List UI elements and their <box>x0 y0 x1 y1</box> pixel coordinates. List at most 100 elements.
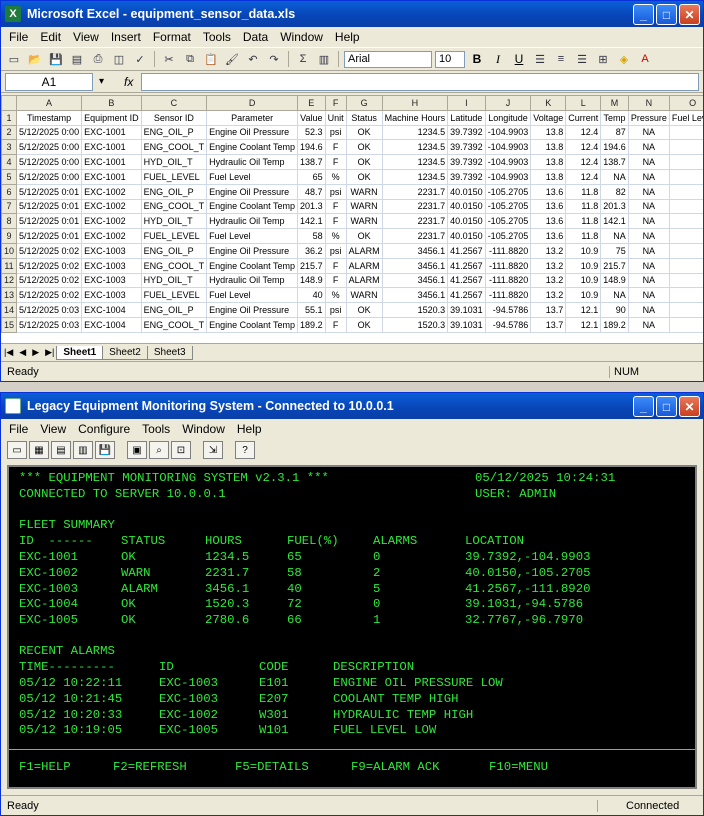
row-header[interactable]: 11 <box>1 257 18 274</box>
cell[interactable]: EXC-1003 <box>81 272 142 289</box>
cell[interactable]: OK <box>345 302 383 318</box>
cell[interactable]: Engine Coolant Temp <box>206 198 299 215</box>
cell[interactable]: 52.3 <box>297 124 326 141</box>
cell[interactable]: EXC-1004 <box>81 302 142 318</box>
cell[interactable]: 1520.3 <box>381 302 449 318</box>
fill-color-icon[interactable]: ◈ <box>615 51 633 67</box>
cell[interactable]: HYD_OIL_T <box>140 213 208 230</box>
cell[interactable]: NA <box>600 287 629 304</box>
cell[interactable]: Engine Oil Pressure <box>206 242 299 259</box>
help-icon[interactable]: ? <box>235 441 255 459</box>
column-header[interactable]: I <box>447 95 486 111</box>
bold-button[interactable]: B <box>468 52 486 66</box>
cell[interactable]: 41.2567 <box>447 242 486 259</box>
cell[interactable]: Unit <box>324 109 347 126</box>
excel-titlebar[interactable]: X Microsoft Excel - equipment_sensor_dat… <box>1 1 703 27</box>
cell[interactable]: 5/12/2025 0:02 <box>16 257 83 274</box>
cell[interactable]: 12.4 <box>565 124 602 141</box>
cell[interactable]: ENG_COOL_T <box>140 316 208 333</box>
cell[interactable]: 12.1 <box>565 302 602 318</box>
cell[interactable]: 11.8 <box>565 183 602 200</box>
column-header[interactable]: H <box>381 95 449 111</box>
cell[interactable]: 3456.1 <box>381 257 449 274</box>
cell[interactable]: 13.6 <box>530 228 567 244</box>
cell[interactable]: NA <box>627 228 670 244</box>
cell[interactable]: 5/12/2025 0:01 <box>16 198 83 215</box>
cell[interactable]: Sensor ID <box>140 109 208 126</box>
cell[interactable]: HYD_OIL_T <box>140 272 208 289</box>
cell[interactable]: 13.6 <box>530 213 567 230</box>
cell[interactable]: ENG_OIL_P <box>140 183 208 200</box>
cell[interactable]: EXC-1001 <box>81 168 142 185</box>
cell[interactable]: NA <box>627 183 670 200</box>
cell[interactable]: -111.8820 <box>484 257 532 274</box>
config-icon[interactable]: ⊡ <box>171 441 191 459</box>
cell[interactable]: 5/12/2025 0:00 <box>16 124 83 141</box>
cell[interactable]: -104.9903 <box>484 154 532 170</box>
cell[interactable]: NA <box>600 168 629 185</box>
row-header[interactable]: 6 <box>1 183 18 200</box>
cell[interactable]: Value <box>297 109 326 126</box>
cell[interactable]: WARN <box>345 198 383 215</box>
cell[interactable]: 11.8 <box>565 198 602 215</box>
cell[interactable]: EXC-1001 <box>81 154 142 170</box>
spelling-icon[interactable]: ✓ <box>131 51 149 67</box>
report-icon[interactable]: ▣ <box>127 441 147 459</box>
cell[interactable]: 41.2567 <box>447 287 486 304</box>
cell[interactable]: 39.1031 <box>447 316 486 333</box>
cell[interactable]: FUEL_LEVEL <box>140 168 208 185</box>
align-left-icon[interactable]: ☰ <box>531 51 549 67</box>
cell[interactable]: OK <box>345 124 383 141</box>
cell[interactable]: % <box>324 168 347 185</box>
cell[interactable]: NA <box>600 228 629 244</box>
cell[interactable]: Engine Oil Pressure <box>206 183 299 200</box>
cell[interactable]: 5/12/2025 0:01 <box>16 228 83 244</box>
cell[interactable]: NA <box>627 198 670 215</box>
cell[interactable]: psi <box>324 183 347 200</box>
cell[interactable]: % <box>324 287 347 304</box>
cell[interactable]: 13.2 <box>530 287 567 304</box>
cell[interactable]: Pressure <box>627 109 670 126</box>
cell[interactable]: 5/12/2025 0:03 <box>16 316 83 333</box>
cell[interactable]: 72 <box>668 316 703 333</box>
font-size-combo[interactable]: 10 <box>435 50 465 68</box>
cell[interactable]: Hydraulic Oil Temp <box>206 272 299 289</box>
cell[interactable]: -94.5786 <box>484 316 532 333</box>
row-header[interactable]: 1 <box>1 109 18 126</box>
cell[interactable]: NA <box>627 242 670 259</box>
cell[interactable]: 39.7392 <box>447 168 486 185</box>
search-icon[interactable]: ⌕ <box>149 441 169 459</box>
cell[interactable]: 40.0150 <box>447 228 486 244</box>
cell[interactable]: 40.0150 <box>447 198 486 215</box>
cell[interactable]: NA <box>627 154 670 170</box>
cell[interactable]: -105.2705 <box>484 228 532 244</box>
f10-menu-key[interactable]: F10=MENU <box>489 760 548 774</box>
cell[interactable]: NA <box>627 257 670 274</box>
menu-format[interactable]: Format <box>149 30 199 44</box>
cell[interactable]: Machine Hours <box>381 109 449 126</box>
select-all-corner[interactable] <box>1 95 18 111</box>
close-button[interactable]: ✕ <box>679 396 700 417</box>
cell[interactable]: 13.7 <box>530 316 567 333</box>
cell[interactable]: 10.9 <box>565 272 602 289</box>
cell[interactable]: EXC-1004 <box>81 316 142 333</box>
cell[interactable]: 90 <box>600 302 629 318</box>
cell[interactable]: psi <box>324 124 347 141</box>
menu-tools[interactable]: Tools <box>199 30 239 44</box>
close-button[interactable]: ✕ <box>679 4 700 25</box>
cell[interactable]: 13.7 <box>530 302 567 318</box>
cell[interactable]: -105.2705 <box>484 198 532 215</box>
menu-help[interactable]: Help <box>233 422 270 436</box>
column-header[interactable]: L <box>565 95 602 111</box>
cell[interactable]: EXC-1003 <box>81 257 142 274</box>
namebox-dropdown-icon[interactable]: ▾ <box>99 76 104 87</box>
f1-help-key[interactable]: F1=HELP <box>19 760 71 774</box>
cell[interactable]: 65 <box>668 139 703 156</box>
sum-icon[interactable]: Σ <box>294 51 312 67</box>
sheet-tab-sheet2[interactable]: Sheet2 <box>102 345 148 360</box>
cell[interactable]: 5/12/2025 0:02 <box>16 287 83 304</box>
cell[interactable]: Timestamp <box>16 109 83 126</box>
list-icon[interactable]: ▤ <box>51 441 71 459</box>
italic-button[interactable]: I <box>489 52 507 67</box>
first-sheet-icon[interactable]: |◀ <box>1 347 16 358</box>
